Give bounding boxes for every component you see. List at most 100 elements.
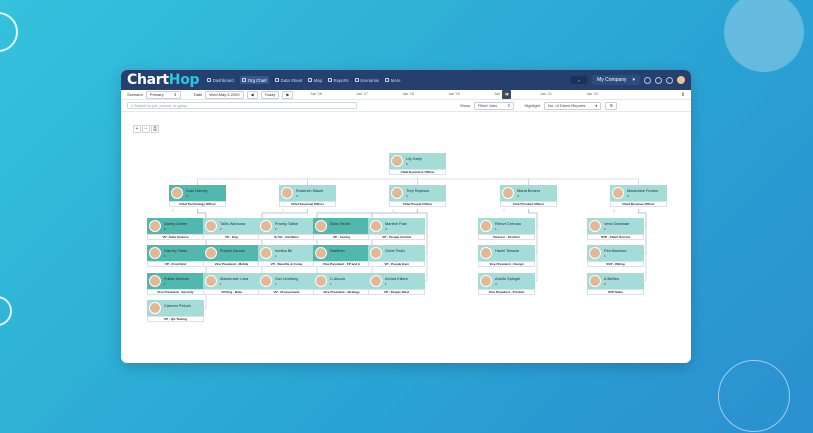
direct-report-count: 3 bbox=[517, 194, 519, 198]
avatar bbox=[612, 186, 624, 199]
settings-icon[interactable] bbox=[666, 76, 673, 84]
org-node[interactable]: Fulbin Moreau 1 Vice President - Security bbox=[147, 273, 204, 297]
timeline-year-label: Jan '20 bbox=[494, 91, 506, 96]
org-node[interactable]: Arvind Killam 1 VP - People West bbox=[368, 273, 425, 297]
timeline-year-label: Jan '21 bbox=[540, 91, 552, 96]
prev-date-button[interactable]: ◀ bbox=[246, 90, 258, 99]
avatar bbox=[589, 219, 601, 232]
nav-item-map[interactable]: Map bbox=[308, 76, 322, 84]
direct-report-count: 2 bbox=[164, 227, 166, 231]
org-node[interactable]: Martine Pain 4 VP - People Central bbox=[368, 218, 425, 242]
org-search-input[interactable]: ⌕ Search by job, person, or group bbox=[127, 102, 357, 109]
job-title: VP - People Central bbox=[368, 234, 425, 240]
direct-report-count: 3 bbox=[627, 194, 629, 198]
org-node[interactable]: Trey Raybum 3 Chief People Officer bbox=[389, 185, 446, 209]
nav-item-reports[interactable]: Reports bbox=[328, 76, 349, 84]
job-title: SVP Sales bbox=[587, 289, 644, 295]
nav-item-org-chart[interactable]: Org Chart bbox=[239, 76, 270, 84]
timeline-year-label: Jan '19 bbox=[448, 91, 460, 96]
avatar bbox=[589, 246, 601, 259]
avatar bbox=[260, 246, 272, 259]
home-icon bbox=[207, 78, 212, 82]
person-name: Pen Bashore bbox=[604, 247, 627, 253]
org-node[interactable]: Gorie Frullo VP - People East bbox=[368, 245, 425, 269]
job-title: VP - Eng bbox=[203, 234, 260, 240]
print-icon[interactable]: ⎙ bbox=[151, 125, 159, 133]
org-node[interactable]: Gov Lindberg 1 VP - Procurement bbox=[258, 273, 315, 297]
next-date-button[interactable]: ▶ bbox=[282, 90, 294, 99]
org-node[interactable]: Adolfo Spiegel 4 Vice President - Product bbox=[478, 273, 535, 297]
avatar bbox=[370, 274, 382, 287]
org-node[interactable]: Mackenzie Lima 1 VP Eng - Data bbox=[203, 273, 260, 297]
nav-item-dashboard[interactable]: Dashboard bbox=[207, 76, 234, 84]
show-select[interactable]: Filled Jobs ⇕ bbox=[473, 101, 515, 110]
main-nav: Dashboard Org Chart Data Sheet Map Reports Sc… bbox=[207, 76, 400, 84]
person-name: Arvind Killam bbox=[385, 275, 408, 281]
person-name: C Alcock bbox=[330, 275, 346, 281]
org-node[interactable]: Raethan Vice President - FP and A bbox=[313, 245, 370, 269]
direct-report-count: 1 bbox=[164, 282, 166, 286]
avatar bbox=[480, 246, 492, 259]
org-node[interactable]: Carmen Peluch VP - QA Testing bbox=[147, 300, 204, 324]
direct-report-count: 1 bbox=[495, 227, 497, 231]
job-title: Chief Technology Officer bbox=[169, 201, 226, 207]
today-button[interactable]: Today bbox=[260, 90, 280, 99]
org-node[interactable]: Rienzi Cerrosa 1 Director - Product bbox=[478, 218, 535, 242]
avatar bbox=[370, 219, 382, 232]
highlight-select[interactable]: No. of Direct Reports ▾ bbox=[544, 101, 602, 110]
chartHop-logo[interactable]: ChartHop bbox=[127, 72, 200, 88]
scenario-select[interactable]: Primary ⇕ bbox=[145, 90, 181, 99]
notifications-icon[interactable] bbox=[655, 76, 662, 84]
org-node[interactable]: Dubi Harney 3 Chief Technology Officer bbox=[169, 185, 226, 209]
org-node[interactable]: Elian Hecht VP - Acctng bbox=[313, 218, 370, 242]
direct-report-count: 1 bbox=[604, 254, 606, 258]
zoom-in-icon[interactable]: + bbox=[133, 125, 141, 133]
org-node[interactable]: Pen Bashore 1 SVP - Billing bbox=[587, 245, 644, 269]
job-title: SVP - Client Service bbox=[587, 234, 644, 240]
org-node[interactable]: A Bellieu 3 SVP Sales bbox=[587, 273, 644, 297]
nav-item-scenarios[interactable]: Scenarios bbox=[354, 76, 379, 84]
person-name: Vera Grabman bbox=[604, 220, 630, 226]
date-picker[interactable]: Wed May 6 2020 bbox=[205, 90, 244, 99]
org-node[interactable]: C Alcock 1 Vice President - Strategy bbox=[313, 273, 370, 297]
direct-report-count: 3 bbox=[604, 282, 606, 286]
job-title: Director - Product bbox=[478, 234, 535, 240]
person-name: Danny Anime bbox=[164, 220, 188, 226]
job-title: Chief Executive Officer bbox=[389, 169, 446, 175]
direct-report-count: 3 bbox=[406, 194, 408, 198]
timeline-slider[interactable]: ▮▮ Jan '16 Jan '17 Jan '18 Jan '19 Jan '20 Ja… bbox=[304, 89, 673, 100]
org-node[interactable]: Maria Bonera 3 Chief Product Officer bbox=[500, 185, 557, 209]
org-node[interactable]: Hazel Tenscie Vice President - Design bbox=[478, 245, 535, 269]
settings-gear-icon[interactable]: ⚙ bbox=[605, 101, 617, 110]
global-search-button[interactable]: ⌕ bbox=[570, 76, 589, 84]
timeline-expand-icon[interactable]: ⇕ bbox=[681, 92, 685, 98]
zoom-out-icon[interactable]: − bbox=[142, 125, 150, 133]
org-node[interactable]: Madeoline Fearne 3 Chief Revenue Officer bbox=[610, 185, 667, 209]
org-node[interactable]: Danny Anime 2 VP - Data Science bbox=[147, 218, 204, 242]
org-node[interactable]: Inmiba Bil 1 VP - Benefits & Comp bbox=[258, 245, 315, 269]
nav-item-data-sheet[interactable]: Data Sheet bbox=[275, 76, 302, 84]
avatar bbox=[260, 219, 272, 232]
org-node[interactable]: Lily Karly 5 Chief Executive Officer bbox=[389, 153, 446, 177]
org-node[interactable]: Vera Grabman 1 SVP - Client Service bbox=[587, 218, 644, 242]
direct-report-count: 1 bbox=[330, 282, 332, 286]
org-connector-lines bbox=[172, 177, 647, 309]
org-node[interactable]: Franky Talbot 2 Sr Dir - Facilities bbox=[258, 218, 315, 242]
help-icon[interactable] bbox=[644, 76, 651, 84]
org-node[interactable]: Tallis Warsona 2 VP - Eng bbox=[203, 218, 260, 242]
person-name: Hazel Tenscie bbox=[495, 247, 520, 253]
person-name: Carmen Peluch bbox=[164, 302, 191, 308]
user-avatar[interactable] bbox=[677, 76, 685, 84]
org-node[interactable]: Roderich Maule 4 Chief Financial Officer bbox=[279, 185, 336, 209]
decorative-ring bbox=[0, 296, 12, 326]
sheet-icon bbox=[275, 78, 280, 82]
direct-report-count: 4 bbox=[296, 194, 298, 198]
org-node[interactable]: Garney Tebei 1 VP - Front End bbox=[147, 245, 204, 269]
person-name: Inmiba Bil bbox=[275, 247, 293, 253]
avatar bbox=[589, 274, 601, 287]
avatar bbox=[391, 154, 403, 167]
timeline-year-label: Jan '18 bbox=[402, 91, 414, 96]
nav-item-more[interactable]: More bbox=[385, 76, 400, 84]
org-node[interactable]: Frankli Zaurek Vice President - Mobile bbox=[203, 245, 260, 269]
company-switcher[interactable]: My Company ▾ bbox=[592, 75, 640, 85]
